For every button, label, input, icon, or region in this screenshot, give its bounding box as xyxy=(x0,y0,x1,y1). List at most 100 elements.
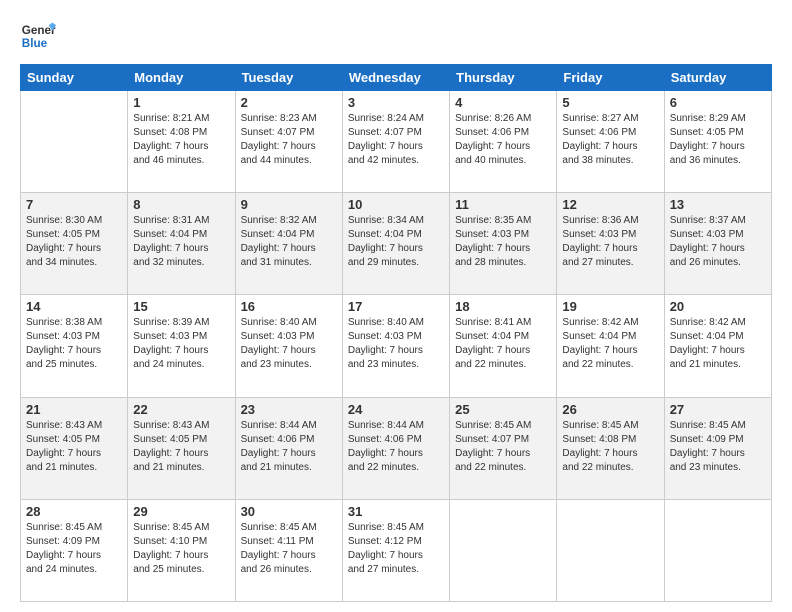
day-number: 1 xyxy=(133,95,229,110)
day-number: 24 xyxy=(348,402,444,417)
day-number: 27 xyxy=(670,402,766,417)
day-info: Sunrise: 8:26 AMSunset: 4:06 PMDaylight:… xyxy=(455,112,551,168)
day-info: Sunrise: 8:30 AMSunset: 4:05 PMDaylight:… xyxy=(26,214,122,270)
day-number: 7 xyxy=(26,197,122,212)
calendar-cell: 15Sunrise: 8:39 AMSunset: 4:03 PMDayligh… xyxy=(128,295,235,397)
calendar-cell xyxy=(557,499,664,601)
day-info: Sunrise: 8:29 AMSunset: 4:05 PMDaylight:… xyxy=(670,112,766,168)
svg-text:Blue: Blue xyxy=(22,37,48,50)
day-info: Sunrise: 8:40 AMSunset: 4:03 PMDaylight:… xyxy=(348,316,444,372)
calendar-cell: 24 Sunrise: 8:44 AMSunset: 4:06 PMDayligh… xyxy=(342,397,449,499)
day-number: 13 xyxy=(670,197,766,212)
calendar-cell: 14 Sunrise: 8:38 AMSunset: 4:03 PMDayligh… xyxy=(21,295,128,397)
day-number: 26 xyxy=(562,402,658,417)
day-number: 29 xyxy=(133,504,229,519)
calendar-cell: 21 Sunrise: 8:43 AMSunset: 4:05 PMDayligh… xyxy=(21,397,128,499)
day-info: Sunrise: 8:32 AMSunset: 4:04 PMDaylight:… xyxy=(241,214,337,270)
day-info: Sunrise: 8:35 AMSunset: 4:03 PMDaylight:… xyxy=(455,214,551,270)
day-number: 9 xyxy=(241,197,337,212)
calendar-cell: 5 Sunrise: 8:27 AMSunset: 4:06 PMDaylight… xyxy=(557,91,664,193)
week-row-4: 21 Sunrise: 8:43 AMSunset: 4:05 PMDayligh… xyxy=(21,397,772,499)
calendar-table: SundayMondayTuesdayWednesdayThursdayFrid… xyxy=(20,64,772,602)
calendar-cell: 3 Sunrise: 8:24 AMSunset: 4:07 PMDaylight… xyxy=(342,91,449,193)
day-info: Sunrise: 8:27 AMSunset: 4:06 PMDaylight:… xyxy=(562,112,658,168)
day-info: Sunrise: 8:21 AMSunset: 4:08 PMDaylight:… xyxy=(133,112,229,168)
day-info: Sunrise: 8:44 AMSunset: 4:06 PMDaylight:… xyxy=(348,419,444,475)
day-info: Sunrise: 8:42 AMSunset: 4:04 PMDaylight:… xyxy=(562,316,658,372)
day-info: Sunrise: 8:45 AMSunset: 4:12 PMDaylight:… xyxy=(348,521,444,577)
day-info: Sunrise: 8:41 AMSunset: 4:04 PMDaylight:… xyxy=(455,316,551,372)
weekday-header-thursday: Thursday xyxy=(450,65,557,91)
day-number: 14 xyxy=(26,299,122,314)
day-number: 12 xyxy=(562,197,658,212)
calendar-cell: 7 Sunrise: 8:30 AMSunset: 4:05 PMDaylight… xyxy=(21,193,128,295)
day-number: 16 xyxy=(241,299,337,314)
day-number: 22 xyxy=(133,402,229,417)
calendar-cell: 1 Sunrise: 8:21 AMSunset: 4:08 PMDaylight… xyxy=(128,91,235,193)
day-number: 6 xyxy=(670,95,766,110)
day-number: 20 xyxy=(670,299,766,314)
day-number: 19 xyxy=(562,299,658,314)
day-info: Sunrise: 8:39 AMSunset: 4:03 PMDaylight:… xyxy=(133,316,229,372)
day-info: Sunrise: 8:45 AMSunset: 4:10 PMDaylight:… xyxy=(133,521,229,577)
calendar-cell xyxy=(664,499,771,601)
day-number: 2 xyxy=(241,95,337,110)
weekday-header-saturday: Saturday xyxy=(664,65,771,91)
calendar-cell: 8 Sunrise: 8:31 AMSunset: 4:04 PMDaylight… xyxy=(128,193,235,295)
weekday-header-wednesday: Wednesday xyxy=(342,65,449,91)
weekday-header-tuesday: Tuesday xyxy=(235,65,342,91)
day-info: Sunrise: 8:43 AMSunset: 4:05 PMDaylight:… xyxy=(133,419,229,475)
day-info: Sunrise: 8:37 AMSunset: 4:03 PMDaylight:… xyxy=(670,214,766,270)
day-info: Sunrise: 8:24 AMSunset: 4:07 PMDaylight:… xyxy=(348,112,444,168)
day-info: Sunrise: 8:40 AMSunset: 4:03 PMDaylight:… xyxy=(241,316,337,372)
day-number: 17 xyxy=(348,299,444,314)
calendar-cell: 20 Sunrise: 8:42 AMSunset: 4:04 PMDayligh… xyxy=(664,295,771,397)
calendar-cell: 18Sunrise: 8:41 AMSunset: 4:04 PMDayligh… xyxy=(450,295,557,397)
day-info: Sunrise: 8:45 AMSunset: 4:07 PMDaylight:… xyxy=(455,419,551,475)
day-info: Sunrise: 8:34 AMSunset: 4:04 PMDaylight:… xyxy=(348,214,444,270)
day-info: Sunrise: 8:31 AMSunset: 4:04 PMDaylight:… xyxy=(133,214,229,270)
calendar-cell: 19 Sunrise: 8:42 AMSunset: 4:04 PMDayligh… xyxy=(557,295,664,397)
day-number: 5 xyxy=(562,95,658,110)
day-info: Sunrise: 8:45 AMSunset: 4:11 PMDaylight:… xyxy=(241,521,337,577)
calendar-cell: 2 Sunrise: 8:23 AMSunset: 4:07 PMDaylight… xyxy=(235,91,342,193)
weekday-header-sunday: Sunday xyxy=(21,65,128,91)
weekday-header-monday: Monday xyxy=(128,65,235,91)
week-row-1: 1 Sunrise: 8:21 AMSunset: 4:08 PMDaylight… xyxy=(21,91,772,193)
day-info: Sunrise: 8:38 AMSunset: 4:03 PMDaylight:… xyxy=(26,316,122,372)
week-row-3: 14 Sunrise: 8:38 AMSunset: 4:03 PMDayligh… xyxy=(21,295,772,397)
calendar-cell xyxy=(21,91,128,193)
calendar-cell: 9 Sunrise: 8:32 AMSunset: 4:04 PMDaylight… xyxy=(235,193,342,295)
day-info: Sunrise: 8:45 AMSunset: 4:09 PMDaylight:… xyxy=(670,419,766,475)
day-info: Sunrise: 8:43 AMSunset: 4:05 PMDaylight:… xyxy=(26,419,122,475)
calendar-cell: 27 Sunrise: 8:45 AMSunset: 4:09 PMDayligh… xyxy=(664,397,771,499)
day-number: 11 xyxy=(455,197,551,212)
day-info: Sunrise: 8:44 AMSunset: 4:06 PMDaylight:… xyxy=(241,419,337,475)
calendar-cell: 22 Sunrise: 8:43 AMSunset: 4:05 PMDayligh… xyxy=(128,397,235,499)
logo-icon: General Blue xyxy=(20,18,56,54)
calendar-cell: 13 Sunrise: 8:37 AMSunset: 4:03 PMDayligh… xyxy=(664,193,771,295)
day-number: 4 xyxy=(455,95,551,110)
calendar-cell xyxy=(450,499,557,601)
calendar-cell: 29 Sunrise: 8:45 AMSunset: 4:10 PMDayligh… xyxy=(128,499,235,601)
calendar-cell: 23 Sunrise: 8:44 AMSunset: 4:06 PMDayligh… xyxy=(235,397,342,499)
day-number: 21 xyxy=(26,402,122,417)
header: General Blue xyxy=(20,18,772,54)
logo: General Blue xyxy=(20,18,56,54)
day-number: 10 xyxy=(348,197,444,212)
calendar-cell: 28Sunrise: 8:45 AMSunset: 4:09 PMDayligh… xyxy=(21,499,128,601)
calendar-cell: 26 Sunrise: 8:45 AMSunset: 4:08 PMDayligh… xyxy=(557,397,664,499)
day-number: 28 xyxy=(26,504,122,519)
day-info: Sunrise: 8:45 AMSunset: 4:08 PMDaylight:… xyxy=(562,419,658,475)
day-number: 30 xyxy=(241,504,337,519)
day-info: Sunrise: 8:42 AMSunset: 4:04 PMDaylight:… xyxy=(670,316,766,372)
calendar-cell: 12Sunrise: 8:36 AMSunset: 4:03 PMDayligh… xyxy=(557,193,664,295)
calendar-cell: 25Sunrise: 8:45 AMSunset: 4:07 PMDayligh… xyxy=(450,397,557,499)
day-number: 3 xyxy=(348,95,444,110)
calendar-cell: 17 Sunrise: 8:40 AMSunset: 4:03 PMDayligh… xyxy=(342,295,449,397)
day-number: 8 xyxy=(133,197,229,212)
day-info: Sunrise: 8:23 AMSunset: 4:07 PMDaylight:… xyxy=(241,112,337,168)
calendar-cell: 4 Sunrise: 8:26 AMSunset: 4:06 PMDaylight… xyxy=(450,91,557,193)
calendar-cell: 6 Sunrise: 8:29 AMSunset: 4:05 PMDaylight… xyxy=(664,91,771,193)
day-number: 23 xyxy=(241,402,337,417)
